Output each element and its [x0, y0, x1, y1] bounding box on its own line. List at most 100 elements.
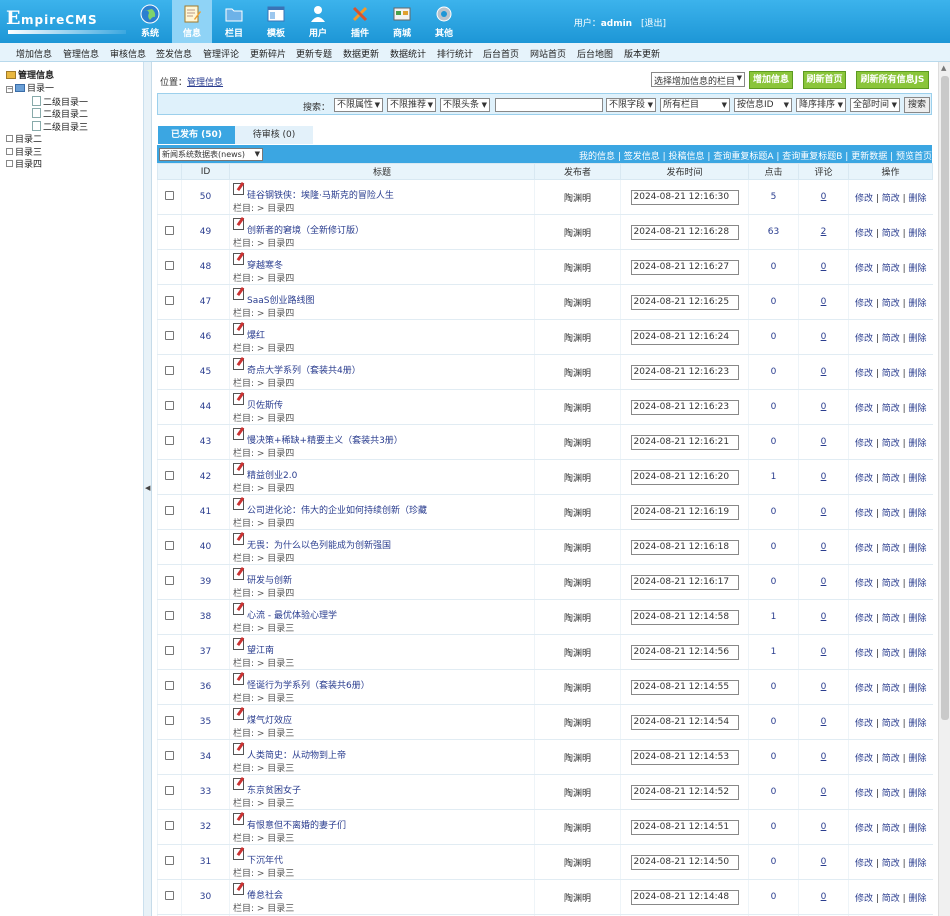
- attr-filter-select[interactable]: 不限属性 ▼: [334, 98, 383, 112]
- row-id[interactable]: 37: [200, 647, 211, 657]
- edit-link[interactable]: 修改: [855, 404, 873, 414]
- row-id[interactable]: 35: [200, 717, 211, 727]
- delete-link[interactable]: 删除: [909, 404, 927, 414]
- expand-toggle-icon[interactable]: [6, 160, 13, 168]
- row-id[interactable]: 45: [200, 367, 211, 377]
- row-title-link[interactable]: 人类简史：从动物到上帝: [247, 748, 346, 761]
- submenu-item[interactable]: 管理信息: [63, 47, 99, 60]
- row-comments-link[interactable]: 0: [821, 577, 827, 587]
- submenu-item[interactable]: 更新碎片: [250, 47, 286, 60]
- quick-edit-link[interactable]: 简改: [882, 229, 900, 239]
- quick-edit-link[interactable]: 简改: [882, 299, 900, 309]
- quick-edit-link[interactable]: 简改: [882, 649, 900, 659]
- row-checkbox[interactable]: [165, 506, 174, 515]
- row-hits[interactable]: 5: [771, 192, 777, 202]
- delete-link[interactable]: 删除: [909, 719, 927, 729]
- edit-link[interactable]: 修改: [855, 789, 873, 799]
- nav-notepad[interactable]: 信息: [172, 0, 212, 43]
- row-id[interactable]: 30: [200, 892, 211, 902]
- row-comments-link[interactable]: 0: [821, 647, 827, 657]
- row-time-field[interactable]: 2024-08-21 12:14:53: [630, 749, 739, 765]
- row-hits[interactable]: 0: [771, 367, 777, 377]
- row-time-field[interactable]: 2024-08-21 12:16:24: [630, 329, 739, 345]
- quick-edit-link[interactable]: 简改: [882, 474, 900, 484]
- table-toolbar-link[interactable]: 我的信息: [579, 152, 615, 162]
- row-id[interactable]: 48: [200, 262, 211, 272]
- column-select[interactable]: 选择增加信息的栏目 ▼: [651, 72, 745, 87]
- tree-node[interactable]: 二级目录二: [32, 108, 88, 120]
- row-comments-link[interactable]: 0: [821, 402, 827, 412]
- row-hits[interactable]: 0: [771, 787, 777, 797]
- row-hits[interactable]: 0: [771, 262, 777, 272]
- row-comments-link[interactable]: 0: [821, 437, 827, 447]
- submenu-item[interactable]: 更新专题: [296, 47, 332, 60]
- quick-edit-link[interactable]: 简改: [882, 824, 900, 834]
- row-checkbox[interactable]: [165, 436, 174, 445]
- row-title-link[interactable]: 倦怠社会: [247, 888, 283, 901]
- nav-globe[interactable]: 系统: [130, 0, 170, 43]
- edit-link[interactable]: 修改: [855, 369, 873, 379]
- tree-node[interactable]: 二级目录一: [32, 95, 88, 108]
- quick-edit-link[interactable]: 简改: [882, 509, 900, 519]
- delete-link[interactable]: 删除: [909, 334, 927, 344]
- vertical-scrollbar[interactable]: ▲: [938, 62, 950, 916]
- tree-node[interactable]: − 目录一: [6, 83, 54, 95]
- row-hits[interactable]: 0: [771, 332, 777, 342]
- submenu-item[interactable]: 签发信息: [156, 47, 192, 60]
- recommend-filter-select[interactable]: 不限推荐 ▼: [387, 98, 436, 112]
- row-hits[interactable]: 0: [771, 857, 777, 867]
- row-hits[interactable]: 0: [771, 752, 777, 762]
- row-time-field[interactable]: 2024-08-21 12:16:17: [630, 574, 739, 590]
- add-info-button[interactable]: 增加信息: [749, 71, 793, 89]
- row-hits[interactable]: 1: [771, 472, 777, 482]
- submenu-item[interactable]: 后台首页: [483, 47, 519, 60]
- row-title-link[interactable]: 无畏：为什么以色列能成为创新强国: [247, 538, 391, 551]
- submenu-item[interactable]: 增加信息: [16, 47, 52, 60]
- row-time-field[interactable]: 2024-08-21 12:16:30: [630, 189, 739, 205]
- row-title-link[interactable]: 爆红: [247, 328, 265, 341]
- row-id[interactable]: 40: [200, 542, 211, 552]
- delete-link[interactable]: 删除: [909, 614, 927, 624]
- row-time-field[interactable]: 2024-08-21 12:14:58: [630, 609, 739, 625]
- delete-link[interactable]: 删除: [909, 894, 927, 904]
- delete-link[interactable]: 删除: [909, 509, 927, 519]
- expand-toggle-icon[interactable]: [6, 147, 13, 155]
- row-id[interactable]: 34: [200, 752, 211, 762]
- row-hits[interactable]: 0: [771, 822, 777, 832]
- row-checkbox[interactable]: [165, 576, 174, 585]
- field-filter-select[interactable]: 不限字段 ▼: [606, 98, 656, 112]
- row-comments-link[interactable]: 0: [821, 507, 827, 517]
- quick-edit-link[interactable]: 简改: [882, 194, 900, 204]
- delete-link[interactable]: 删除: [909, 824, 927, 834]
- table-toolbar-link[interactable]: 投稿信息: [669, 152, 705, 162]
- row-comments-link[interactable]: 0: [821, 717, 827, 727]
- row-title-link[interactable]: 下沉年代: [247, 853, 283, 866]
- row-time-field[interactable]: 2024-08-21 12:16:21: [630, 434, 739, 450]
- quick-edit-link[interactable]: 简改: [882, 754, 900, 764]
- row-hits[interactable]: 0: [771, 437, 777, 447]
- expand-toggle-icon[interactable]: −: [6, 86, 13, 93]
- row-comments-link[interactable]: 0: [821, 192, 827, 202]
- edit-link[interactable]: 修改: [855, 859, 873, 869]
- row-checkbox[interactable]: [165, 191, 174, 200]
- row-title-link[interactable]: 东京贫困女子: [247, 783, 301, 796]
- row-checkbox[interactable]: [165, 716, 174, 725]
- delete-link[interactable]: 删除: [909, 299, 927, 309]
- table-toolbar-link[interactable]: 更新数据: [851, 152, 887, 162]
- quick-edit-link[interactable]: 简改: [882, 859, 900, 869]
- row-title-link[interactable]: 怪诞行为学系列（套装共6册）: [247, 678, 370, 691]
- quick-edit-link[interactable]: 简改: [882, 894, 900, 904]
- row-hits[interactable]: 0: [771, 542, 777, 552]
- row-hits[interactable]: 0: [771, 507, 777, 517]
- row-hits[interactable]: 0: [771, 577, 777, 587]
- row-id[interactable]: 38: [200, 612, 211, 622]
- edit-link[interactable]: 修改: [855, 474, 873, 484]
- row-comments-link[interactable]: 0: [821, 787, 827, 797]
- edit-link[interactable]: 修改: [855, 229, 873, 239]
- submenu-item[interactable]: 审核信息: [110, 47, 146, 60]
- row-checkbox[interactable]: [165, 401, 174, 410]
- tree-node[interactable]: 目录四: [6, 159, 42, 171]
- nav-gear[interactable]: 其他: [424, 0, 464, 43]
- quick-edit-link[interactable]: 简改: [882, 789, 900, 799]
- collapse-arrow-icon[interactable]: ◀: [145, 484, 150, 492]
